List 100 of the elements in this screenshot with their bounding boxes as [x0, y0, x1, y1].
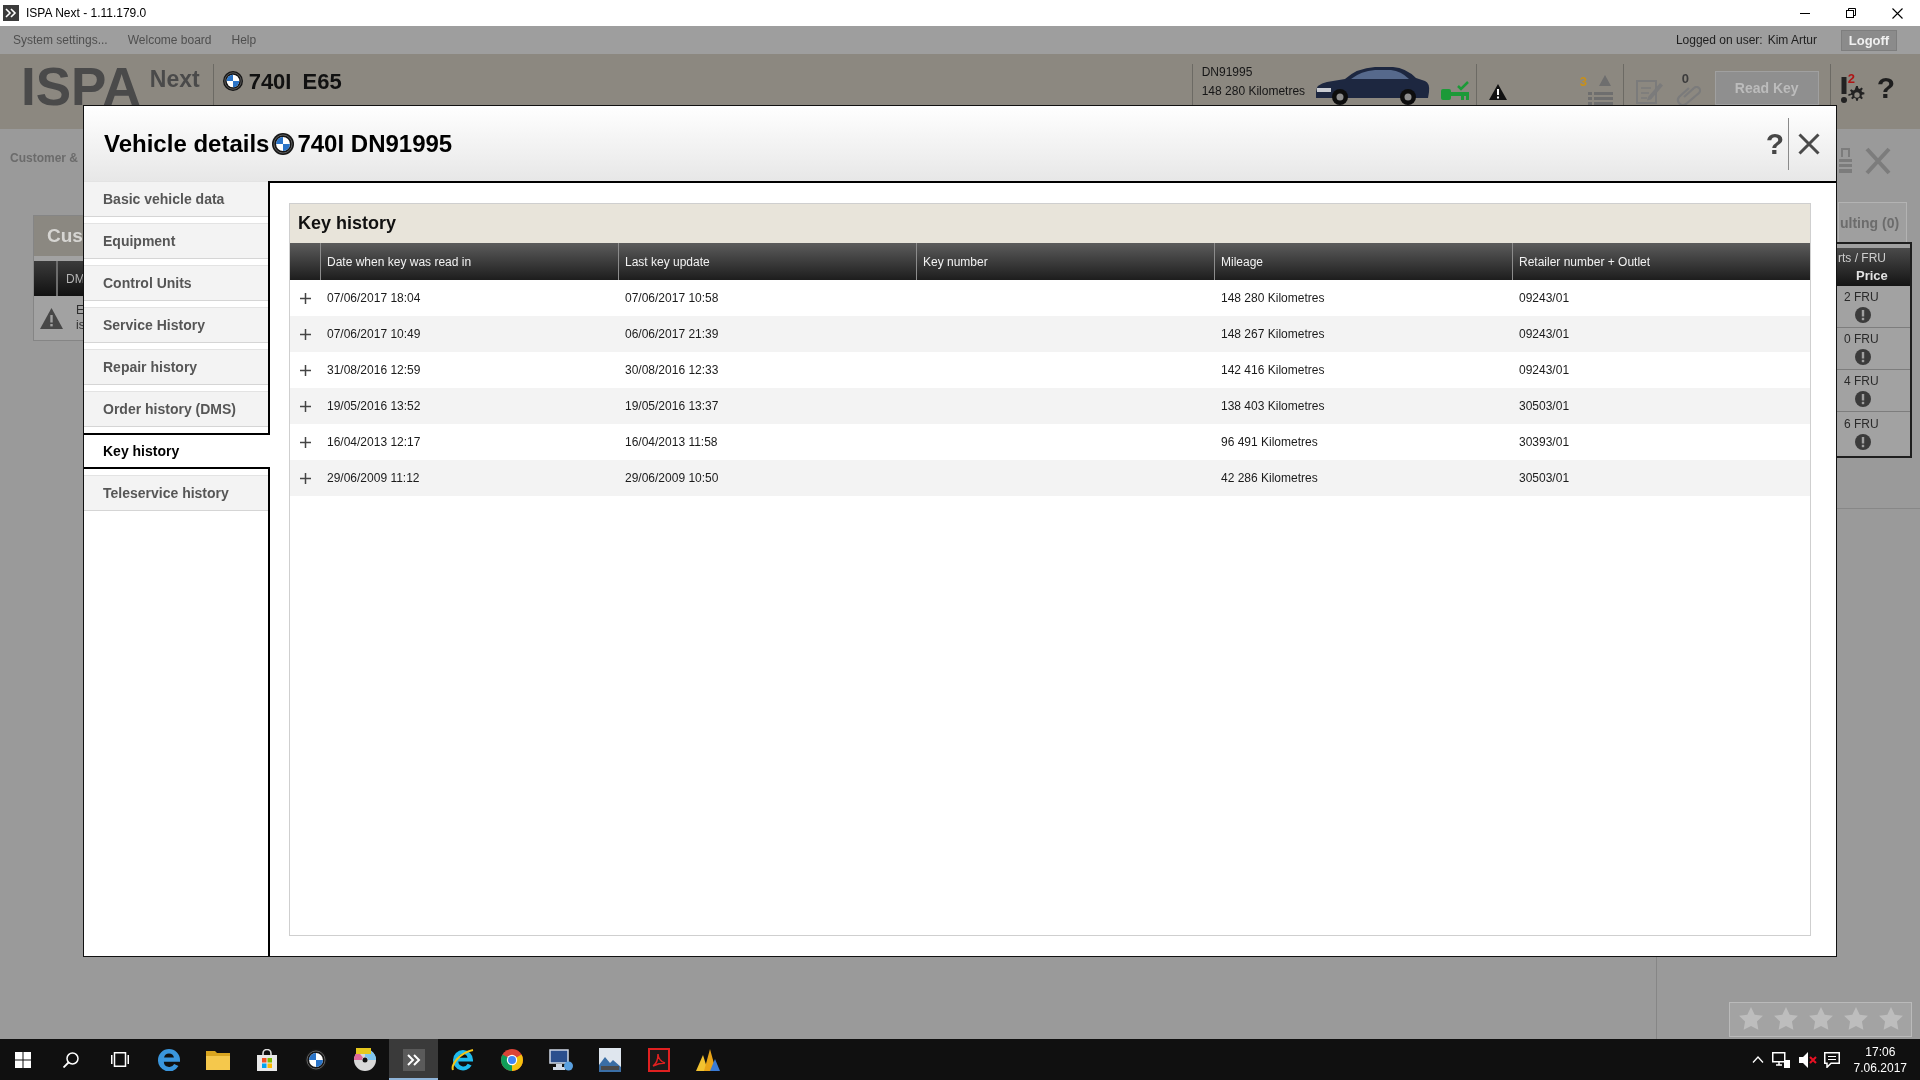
star-icon[interactable] — [1877, 1007, 1904, 1032]
exclamation-icon — [1840, 77, 1847, 103]
chevrons-icon — [402, 1048, 425, 1071]
notification-icon[interactable] — [1823, 1051, 1840, 1068]
stack-icon — [1839, 147, 1852, 173]
gear-icon — [1847, 86, 1866, 104]
plus-icon[interactable] — [299, 400, 311, 412]
nav-item[interactable]: Equipment — [84, 223, 268, 259]
alert-icon — [1855, 433, 1871, 450]
table-cell-text: 4 FRU — [1843, 374, 1880, 389]
plus-icon[interactable] — [299, 436, 311, 448]
alert-icon — [1855, 307, 1871, 323]
star-icon[interactable] — [1807, 1007, 1834, 1032]
table-cell-text: 42 286 Kilometres — [1220, 471, 1318, 485]
table-cell-text: 148 280 Kilometres — [1220, 291, 1325, 305]
folder-icon — [205, 1049, 230, 1070]
user-label: Logged on user: — [1675, 33, 1763, 47]
help-button[interactable]: ? — [1876, 73, 1895, 103]
browser-icon — [500, 1048, 523, 1071]
table-row[interactable]: 19/05/2016 13:52 19/05/2016 13:37 138 403 Kilometres 30503/01 — [290, 388, 1810, 424]
user-name: Kim Artur — [1767, 33, 1817, 47]
roundel-icon — [222, 71, 243, 91]
taskbar-button[interactable] — [389, 1039, 438, 1080]
alert-icon — [1855, 349, 1871, 365]
table-cell-text: 31/08/2016 12:59 — [326, 363, 421, 377]
nav-item[interactable]: Repair history — [84, 349, 268, 385]
vehicle-model: 740I — [248, 71, 292, 93]
minimize-icon — [1800, 12, 1810, 14]
star-icon[interactable] — [1737, 1007, 1764, 1032]
vehicle-mileage: 148 280 Kilometres — [1201, 83, 1307, 100]
table-cell-text: 16/04/2013 11:58 — [624, 435, 718, 449]
column-header: Price — [1855, 267, 1889, 284]
e-icon — [450, 1047, 475, 1072]
disc-icon — [352, 1047, 377, 1072]
paperclip-icon — [1674, 86, 1703, 105]
e-icon — [157, 1048, 180, 1071]
help-button[interactable]: ? — [1765, 128, 1784, 159]
table-cell-text: 09243/01 — [1518, 363, 1570, 377]
table-cell-text: 30393/01 — [1518, 435, 1570, 449]
monitor-icon — [548, 1048, 573, 1071]
table-row[interactable]: 07/06/2017 10:49 06/06/2017 21:39 148 267 Kilometres 09243/01 — [290, 316, 1810, 352]
dialog-title: Vehicle details — [104, 129, 270, 158]
table-cell-text: 16/04/2013 12:17 — [326, 435, 421, 449]
count-label: 3 — [1579, 75, 1587, 88]
nav-item[interactable]: Control Units — [84, 265, 268, 301]
table-cell-text: 09243/01 — [1518, 327, 1570, 341]
table-cell-text: 0 FRU — [1843, 332, 1880, 347]
chevron-up-icon[interactable] — [1751, 1056, 1764, 1063]
table-row[interactable]: 29/06/2009 11:12 29/06/2009 10:50 42 286 Kilometres 30503/01 — [290, 460, 1810, 496]
count-label: 0 — [1681, 72, 1689, 85]
panel-title: Key history — [298, 213, 397, 234]
nav-item[interactable]: Order history (DMS) — [84, 391, 268, 427]
nav-item[interactable]: Basic vehicle data — [84, 181, 268, 217]
column-header: rts / FRU — [1837, 250, 1887, 267]
table-cell-text: 07/06/2017 18:04 — [326, 291, 421, 305]
star-icon[interactable] — [1772, 1007, 1799, 1032]
table-cell-text: 07/06/2017 10:49 — [326, 327, 421, 341]
table-cell-text: 06/06/2017 21:39 — [624, 327, 719, 341]
table-cell-text: 19/05/2016 13:37 — [624, 399, 719, 413]
vehicle-series: E65 — [302, 71, 342, 93]
close-icon — [1891, 7, 1903, 19]
app-icon — [3, 5, 19, 21]
nav-item[interactable]: Key history — [84, 433, 270, 469]
search-icon — [62, 1051, 79, 1068]
notepad-icon — [1635, 78, 1663, 104]
task-view-icon — [110, 1052, 129, 1067]
table-cell-text: 30503/01 — [1518, 399, 1570, 413]
table-cell-text: 30503/01 — [1518, 471, 1570, 485]
vehicle-plate: DN91995 — [1201, 64, 1254, 81]
network-icon[interactable] — [1771, 1051, 1790, 1068]
document-icon — [647, 1047, 670, 1072]
plus-icon[interactable] — [299, 472, 311, 484]
app-logo-suffix: Next — [149, 68, 200, 91]
list-icon — [1587, 92, 1613, 105]
clock-date[interactable]: 7.06.2017 — [1853, 1059, 1907, 1076]
warning-icon — [40, 307, 63, 329]
plus-icon[interactable] — [299, 292, 311, 304]
star-icon[interactable] — [1842, 1007, 1869, 1032]
close-icon — [1865, 147, 1891, 175]
roundel-icon — [272, 132, 295, 155]
plus-icon[interactable] — [299, 328, 311, 340]
nav-item[interactable]: Service History — [84, 307, 268, 343]
plus-icon[interactable] — [299, 364, 311, 376]
volume-muted-icon[interactable] — [1798, 1051, 1817, 1068]
alert-icon — [1855, 391, 1871, 407]
warning-icon — [1488, 84, 1507, 100]
warning-icon — [1598, 75, 1611, 86]
table-cell-text: 6 FRU — [1843, 416, 1880, 432]
dialog-vehicle: 740I DN91995 — [297, 129, 453, 158]
clock-time[interactable]: 17:06 — [1865, 1043, 1896, 1060]
roundel-icon — [304, 1048, 327, 1071]
table-cell-text: 30/08/2016 12:33 — [624, 363, 719, 377]
image-icon — [598, 1047, 621, 1072]
panel-title: Cus — [46, 225, 83, 247]
table-cell-text: 148 267 Kilometres — [1220, 327, 1325, 341]
app-logo: ISPA — [21, 60, 141, 113]
window-title: ISPA Next - 1.11.179.0 — [26, 6, 148, 20]
shopping-bag-icon — [255, 1048, 278, 1071]
table-cell-text: 19/05/2016 13:52 — [326, 399, 421, 413]
nav-item[interactable]: Teleservice history — [84, 475, 268, 511]
